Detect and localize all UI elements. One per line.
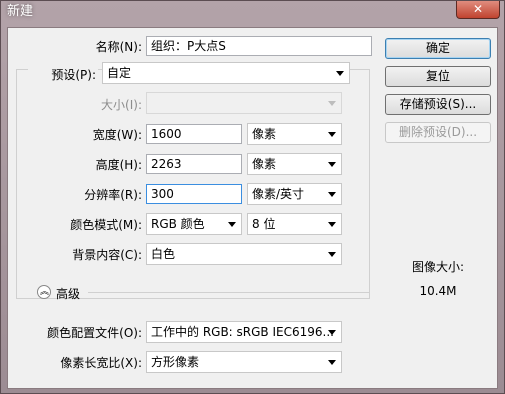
save-preset-button[interactable]: 存储预设(S)... [385,94,491,115]
new-document-dialog: 新建 ✕ 名称(N): 组织：P大点S 预设(P): 自定 大小(I): 宽度(… [0,0,505,394]
color-mode-select[interactable]: RGB 颜色 [146,213,242,235]
advanced-toggle[interactable]: ︽ [37,285,51,299]
color-mode-value: RGB 颜色 [151,217,205,231]
background-label: 背景内容(C): [72,248,142,262]
resolution-unit-select[interactable]: 像素/英寸 [247,183,342,205]
chevron-down-icon [328,192,336,197]
width-unit-select[interactable]: 像素 [247,123,342,145]
width-label: 宽度(W): [92,128,142,142]
window-title: 新建 [7,4,34,19]
preset-label: 预设(P): [28,66,98,83]
height-unit-select[interactable]: 像素 [247,153,342,175]
name-input[interactable]: 组织：P大点S [146,36,372,56]
color-profile-select[interactable]: 工作中的 RGB: sRGB IEC6196... [146,321,342,343]
resolution-label: 分辨率(R): [84,188,142,202]
ok-button[interactable]: 确定 [385,38,491,59]
background-select[interactable]: 白色 [146,243,342,265]
width-unit-value: 像素 [252,127,277,141]
preset-value: 自定 [107,66,132,80]
chevron-down-icon [328,222,336,227]
chevron-down-icon [336,71,344,76]
color-profile-label: 颜色配置文件(O): [47,326,142,340]
color-mode-label: 颜色模式(M): [70,218,142,232]
close-icon: ✕ [472,2,484,16]
height-unit-value: 像素 [252,157,277,171]
chevron-up-icon: ︽ [40,287,50,297]
pixel-aspect-select[interactable]: 方形像素 [146,351,342,373]
chevron-down-icon [228,222,236,227]
chevron-down-icon [328,162,336,167]
pixel-aspect-value: 方形像素 [151,355,200,369]
title-bar: 新建 ✕ [1,1,504,27]
width-input[interactable]: 1600 [146,124,242,144]
reset-button[interactable]: 复位 [385,66,491,87]
chevron-down-icon [328,360,336,365]
pixel-aspect-label: 像素长宽比(X): [60,356,142,370]
chevron-down-icon [328,101,336,106]
delete-preset-button: 删除预设(D)... [385,122,491,143]
height-input[interactable]: 2263 [146,154,242,174]
size-label: 大小(I): [101,98,142,112]
bit-depth-select[interactable]: 8 位 [247,213,342,235]
background-value: 白色 [151,247,176,261]
color-profile-value: 工作中的 RGB: sRGB IEC6196... [151,325,334,339]
resolution-input[interactable]: 300 [146,184,242,204]
dialog-body: 名称(N): 组织：P大点S 预设(P): 自定 大小(I): 宽度(W): 1… [7,27,498,389]
chevron-down-icon [328,132,336,137]
chevron-down-icon [328,330,336,335]
preset-select[interactable]: 自定 [102,62,350,84]
size-select [146,92,342,114]
height-label: 高度(H): [95,158,142,172]
resolution-unit-value: 像素/英寸 [252,187,305,201]
advanced-label: 高级 [56,287,81,301]
chevron-down-icon [328,252,336,257]
image-size-value: 10.4M [419,284,457,298]
close-button[interactable]: ✕ [456,1,500,19]
name-label: 名称(N): [95,40,142,54]
image-size-label: 图像大小: [411,260,465,274]
bit-depth-value: 8 位 [252,217,276,231]
advanced-divider [88,292,370,293]
